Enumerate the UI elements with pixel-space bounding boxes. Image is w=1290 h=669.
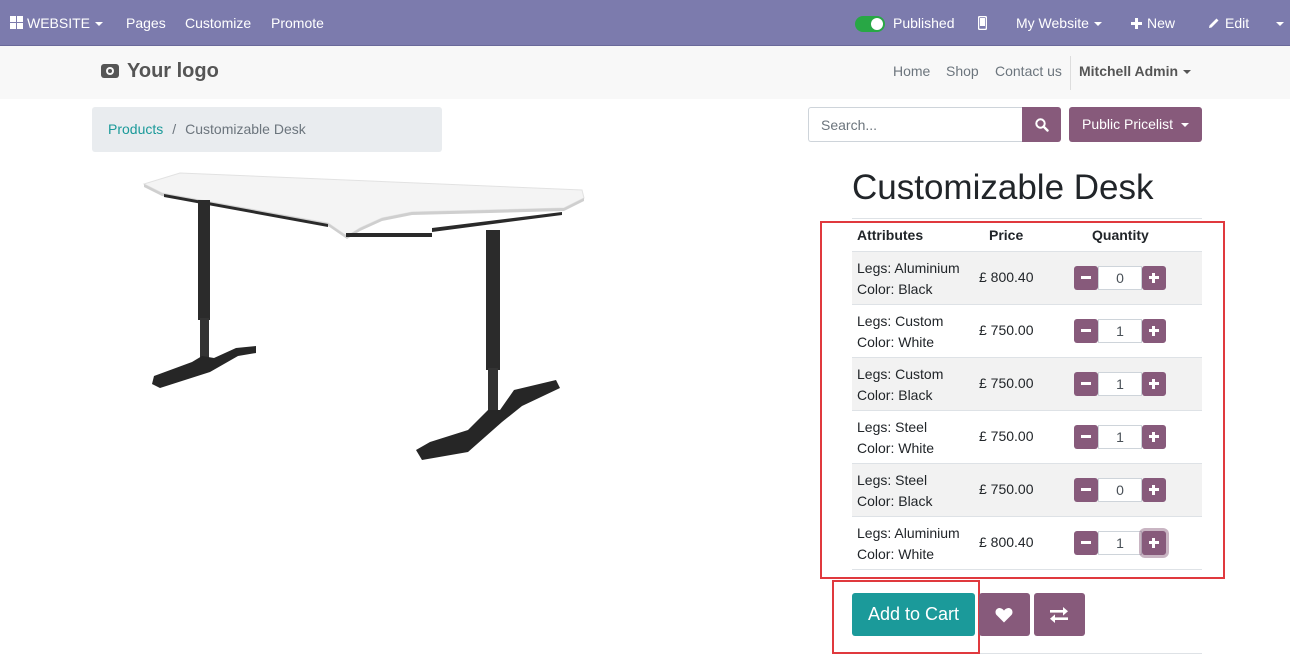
menu-customize[interactable]: Customize [185,0,251,46]
grid-icon [10,16,23,29]
website-app-menu[interactable]: WEBSITE [10,0,104,46]
search-button[interactable] [1022,107,1061,142]
edit-button[interactable]: Edit [1208,0,1249,46]
published-label: Published [893,15,955,31]
highlight-box-table [820,221,1225,579]
product-title: Customizable Desk [852,168,1154,207]
breadcrumb-products-link[interactable]: Products [108,121,163,137]
pricelist-dropdown[interactable]: Public Pricelist [1069,107,1202,142]
nav-divider [1070,56,1071,90]
site-logo[interactable]: Your logo [101,60,219,83]
logo-text: Your logo [127,60,219,82]
user-menu[interactable]: Mitchell Admin [1079,63,1192,79]
edit-label: Edit [1225,15,1250,31]
product-image [142,172,585,460]
nav-shop[interactable]: Shop [946,63,979,79]
breadcrumb: Products / Customizable Desk [92,107,442,152]
new-button[interactable]: New [1131,0,1175,46]
mobile-icon [977,15,988,31]
chevron-down-icon [1276,22,1284,27]
mobile-preview-button[interactable] [977,0,988,46]
nav-home[interactable]: Home [893,63,930,79]
breadcrumb-separator: / [172,121,177,137]
edit-dropdown-toggle[interactable] [1276,0,1284,46]
menu-promote[interactable]: Promote [271,0,324,46]
camera-icon [101,64,119,78]
menu-pages[interactable]: Pages [126,0,166,46]
new-label: New [1147,15,1176,31]
breadcrumb-current: Customizable Desk [185,121,306,137]
exchange-icon [1050,607,1068,623]
heart-icon [995,608,1013,623]
search-input[interactable] [808,107,1022,142]
plus-icon [1131,18,1142,29]
nav-contact-us[interactable]: Contact us [995,63,1062,79]
pricelist-label: Public Pricelist [1082,116,1174,132]
add-to-cart-button[interactable]: Add to Cart [852,593,975,636]
admin-bar: WEBSITE Pages Customize Promote Publishe… [0,0,1290,46]
compare-button[interactable] [1034,593,1085,636]
chevron-down-icon [1181,123,1190,128]
my-website-label: My Website [1016,15,1089,31]
website-app-label: WEBSITE [27,15,91,31]
wishlist-button[interactable] [979,593,1030,636]
chevron-down-icon [95,22,104,27]
divider [980,653,1202,654]
toggle-switch[interactable] [855,16,885,33]
pencil-icon [1209,18,1219,28]
chevron-down-icon [1183,70,1192,75]
search-icon [1035,118,1049,132]
my-website-dropdown[interactable]: My Website [1016,0,1102,46]
user-name: Mitchell Admin [1079,63,1179,79]
chevron-down-icon [1093,22,1102,27]
publish-toggle[interactable]: Published [855,0,955,46]
site-header: Your logo Home Shop Contact us Mitchell … [0,46,1290,99]
